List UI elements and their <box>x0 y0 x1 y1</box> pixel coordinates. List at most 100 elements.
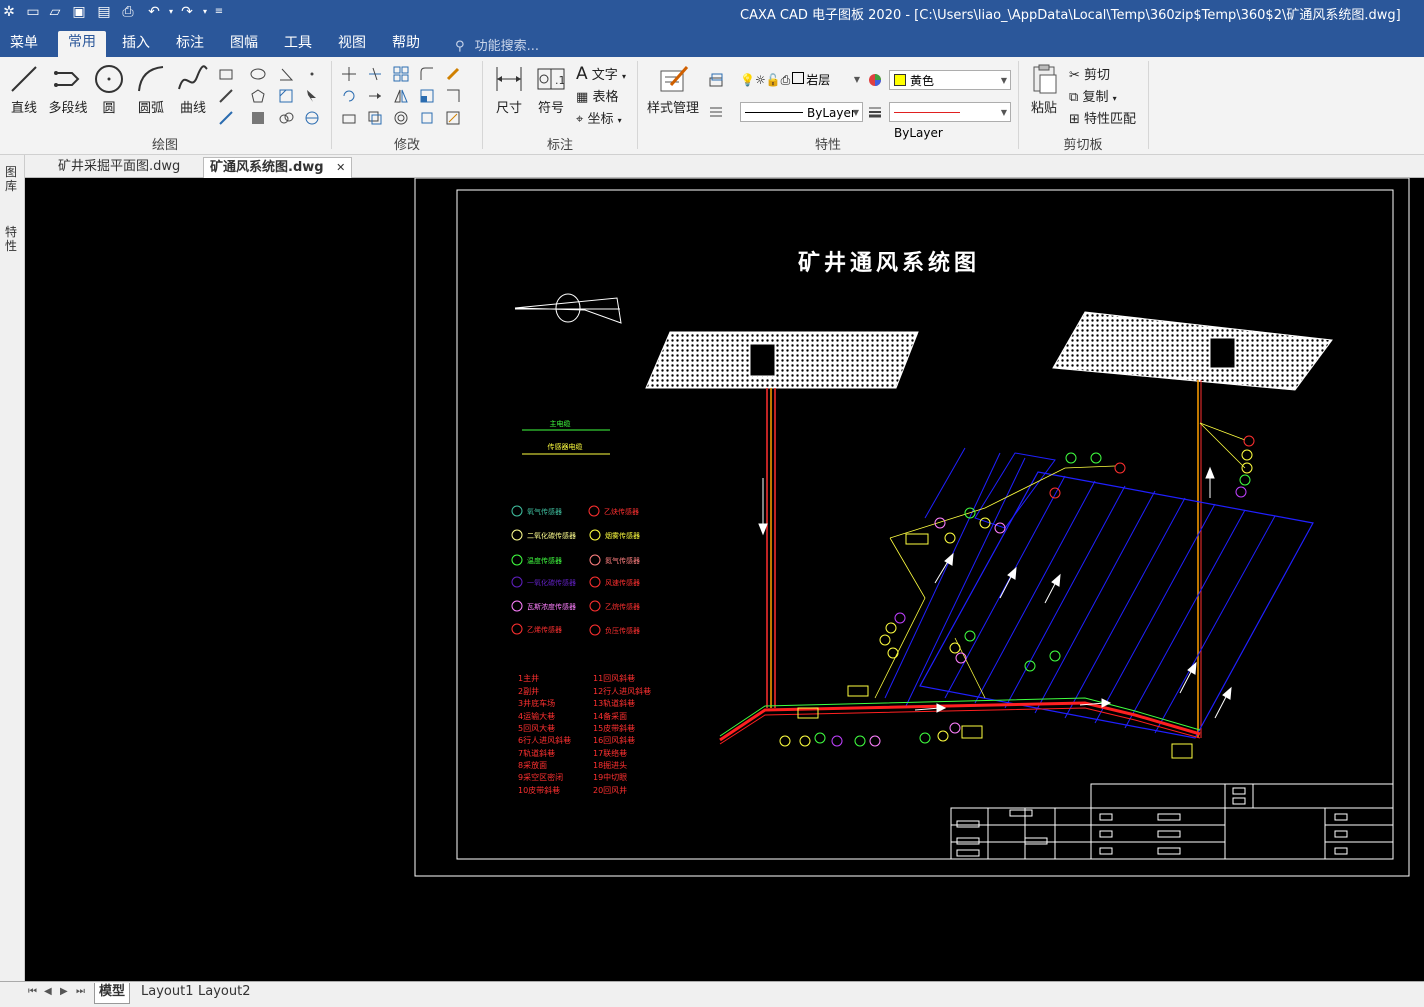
svg-text:负压传感器: 负压传感器 <box>605 626 640 635</box>
table-icon: ▦ <box>576 90 589 105</box>
fillet-icon[interactable] <box>419 66 435 82</box>
tab-tools[interactable]: 工具 <box>280 33 316 57</box>
coordinate-icon: ⌖ <box>576 112 584 127</box>
svg-text:11回风斜巷: 11回风斜巷 <box>593 673 635 683</box>
customize-quick-access-icon[interactable]: ≡ <box>210 3 228 21</box>
extend-icon[interactable] <box>367 88 383 104</box>
annotate-group-label: 标注 <box>546 138 573 153</box>
tab-menu[interactable]: 菜单 <box>4 33 44 57</box>
svg-text:3井底车场: 3井底车场 <box>518 698 555 708</box>
circle-button[interactable]: 圆 <box>92 63 126 116</box>
chamfer-icon[interactable] <box>445 88 461 104</box>
prev-layout-icon[interactable]: ◀ <box>44 986 52 997</box>
save-icon[interactable]: ▣ <box>70 3 88 21</box>
window-title: CAXA CAD 电子图板 2020 - [C:\Users\liao_\App… <box>740 8 1401 23</box>
block-icon[interactable] <box>250 110 266 126</box>
trim-icon[interactable] <box>367 66 383 82</box>
match-properties-button[interactable]: ⊞ 特性匹配 <box>1069 108 1136 127</box>
curve-button[interactable]: 曲线 <box>174 63 212 116</box>
svg-text:.1: .1 <box>555 74 566 87</box>
properties-panel-tab[interactable]: 特性 <box>5 225 19 253</box>
arc-button[interactable]: 圆弧 <box>132 63 170 116</box>
tab-insert[interactable]: 插入 <box>118 33 154 57</box>
circle-icon <box>95 65 123 93</box>
layer-select[interactable]: 💡☼🔓⎙ 岩层 ▼ <box>740 70 863 90</box>
separator <box>1018 61 1019 149</box>
ellipse-icon[interactable] <box>250 66 266 82</box>
construction-line-icon[interactable] <box>218 88 234 104</box>
text-a-icon: A <box>576 64 588 84</box>
linetype-select[interactable]: ByLayer ▼ <box>740 102 863 122</box>
save-as-icon[interactable]: ▤ <box>95 3 113 21</box>
copy-entity-icon[interactable] <box>367 110 383 126</box>
last-layout-icon[interactable]: ⏭ <box>76 986 85 997</box>
text-button[interactable]: A 文字 ▾ <box>576 64 626 84</box>
rotate-icon[interactable] <box>341 88 357 104</box>
drawing-svg[interactable]: 矿井通风系统图 主电缆 传感器电缆 氧气传感器 二氧化碳传感器 温度传感器 一氧… <box>25 177 1424 981</box>
tab-sheet[interactable]: 图幅 <box>226 33 262 57</box>
offset-line-icon[interactable] <box>218 110 234 126</box>
symbol-button[interactable]: .1 符号 <box>532 63 570 116</box>
globe-icon[interactable] <box>304 110 320 126</box>
new-file-icon[interactable]: ▭ <box>24 3 42 21</box>
search-icon: ⚲ <box>455 39 465 54</box>
layout-tab-bar: ⏮ ◀ ▶ ⏭ 模型 Layout1 Layout2 <box>0 981 1424 1007</box>
close-icon[interactable]: ✕ <box>336 161 345 174</box>
library-panel-tab[interactable]: 图库 <box>5 165 19 193</box>
layer-manager-icon[interactable] <box>708 72 724 88</box>
tab-home[interactable]: 常用 <box>58 31 106 57</box>
angle-icon[interactable] <box>278 66 294 82</box>
svg-text:13轨道斜巷: 13轨道斜巷 <box>593 698 635 708</box>
paste-button[interactable]: 粘贴 <box>1026 63 1062 116</box>
table-button[interactable]: ▦ 表格 <box>576 86 618 105</box>
linetype-icon[interactable] <box>708 104 724 120</box>
chevron-down-icon: ▼ <box>852 108 859 117</box>
hatch-icon[interactable] <box>278 88 294 104</box>
scale-icon[interactable] <box>419 88 435 104</box>
brush-icon[interactable] <box>445 66 461 82</box>
copy-button[interactable]: ⧉ 复制 ▾ <box>1069 86 1117 105</box>
polyline-button[interactable]: 多段线 <box>46 63 90 116</box>
layout-tab-model[interactable]: 模型 <box>94 983 131 1004</box>
svg-text:19中切眼: 19中切眼 <box>593 772 627 782</box>
color-select[interactable]: 黄色 ▼ <box>889 70 1011 90</box>
function-search[interactable]: ⚲ 功能搜索... <box>455 35 539 54</box>
offset-icon[interactable] <box>393 110 409 126</box>
undo-icon[interactable]: ↶ <box>145 3 163 21</box>
doc-tab-ventilation[interactable]: 矿通风系统图.dwg ✕ <box>203 157 353 178</box>
lineweight-icon[interactable] <box>867 104 883 120</box>
main-shaft-building-icon <box>749 343 776 377</box>
properties-edit-icon[interactable] <box>445 110 461 126</box>
next-layout-icon[interactable]: ▶ <box>60 986 68 997</box>
line-button[interactable]: 直线 <box>6 63 42 116</box>
lineweight-select[interactable]: ByLayer ▼ <box>889 102 1011 140</box>
redo-icon[interactable]: ↷ <box>178 3 196 21</box>
print-icon[interactable]: ⎙ <box>119 3 137 21</box>
color-wheel-icon[interactable] <box>867 72 883 88</box>
tab-view[interactable]: 视图 <box>334 33 370 57</box>
style-manager-button[interactable]: 样式管理 <box>642 63 704 116</box>
drawing-title: 矿井通风系统图 <box>798 250 980 276</box>
mirror-icon[interactable] <box>393 88 409 104</box>
coordinate-button[interactable]: ⌖ 坐标 ▾ <box>576 108 622 127</box>
layout-tab-layout1[interactable]: Layout1 <box>137 983 197 1003</box>
point-icon[interactable] <box>304 66 320 82</box>
drawing-canvas[interactable]: 矿井通风系统图 主电缆 传感器电缆 氧气传感器 二氧化碳传感器 温度传感器 一氧… <box>25 177 1424 981</box>
stretch-icon[interactable] <box>341 110 357 126</box>
dimension-button[interactable]: 尺寸 <box>490 63 528 116</box>
tab-annotate[interactable]: 标注 <box>172 33 208 57</box>
explode-icon[interactable] <box>419 110 435 126</box>
first-layout-icon[interactable]: ⏮ <box>28 986 37 997</box>
layout-tab-layout2[interactable]: Layout2 <box>194 983 254 1003</box>
doc-tab-mining-plan[interactable]: 矿井采掘平面图.dwg <box>52 157 186 177</box>
open-folder-icon[interactable]: ▱ <box>46 3 64 21</box>
cut-button[interactable]: ✂ 剪切 <box>1069 64 1110 83</box>
rectangle-icon[interactable] <box>218 66 234 82</box>
polygon-icon[interactable] <box>250 88 266 104</box>
app-logo-icon[interactable]: ✲ <box>0 3 18 21</box>
pointer-icon[interactable] <box>304 88 320 104</box>
array-icon[interactable] <box>393 66 409 82</box>
move-icon[interactable] <box>341 66 357 82</box>
cloud-icon[interactable] <box>278 110 294 126</box>
tab-help[interactable]: 帮助 <box>388 33 424 57</box>
